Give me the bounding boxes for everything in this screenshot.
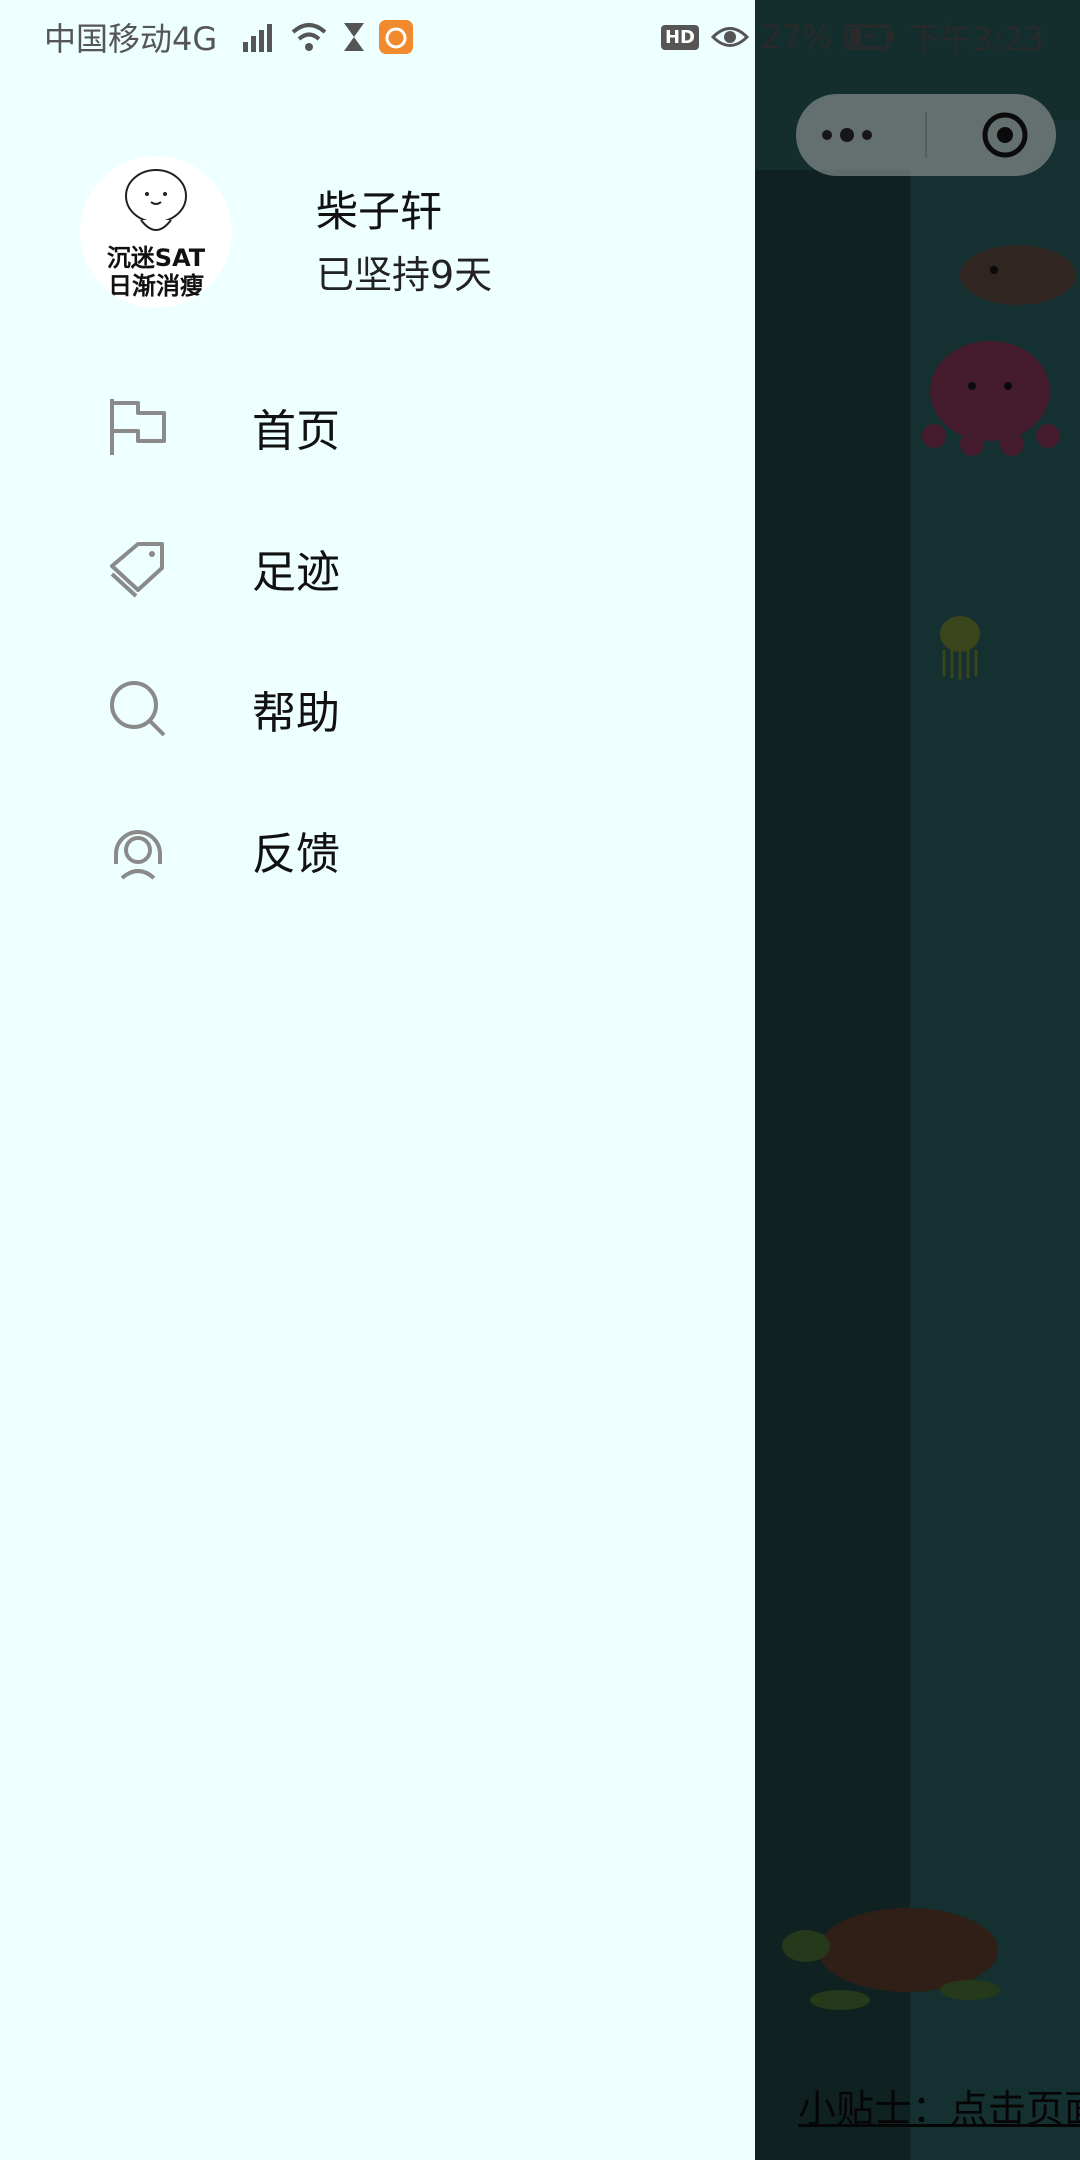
menu-item-home[interactable]: 首页 <box>0 356 755 497</box>
menu-item-label: 首页 <box>252 405 340 457</box>
status-left: 中国移动4G <box>44 14 414 60</box>
hourglass-icon <box>344 23 365 51</box>
avatar-text-line2: 日渐消瘦 <box>108 272 204 300</box>
eye-icon <box>711 27 749 47</box>
signal-icon <box>243 24 273 52</box>
profile-header: 沉迷SAT 日渐消瘦 柴子轩 已坚持9天 <box>80 156 720 308</box>
menu-item-help[interactable]: 帮助 <box>0 638 755 779</box>
side-drawer: 沉迷SAT 日渐消瘦 柴子轩 已坚持9天 首页 足迹 帮助 反馈 <box>0 0 755 2160</box>
flag-icon <box>110 398 166 455</box>
menu-item-label: 足迹 <box>252 546 340 598</box>
hd-badge: HD <box>660 24 699 50</box>
avatar-text-line1: 沉迷SAT <box>106 244 206 272</box>
avatar[interactable]: 沉迷SAT 日渐消瘦 <box>80 156 232 308</box>
tag-icon <box>110 541 164 597</box>
clock: 下午3:23 <box>908 20 1044 58</box>
headset-icon <box>114 829 162 880</box>
menu-item-label: 反馈 <box>252 828 340 880</box>
streak-text: 已坚持9天 <box>316 253 493 297</box>
username: 柴子轩 <box>316 187 443 236</box>
status-bar: 中国移动4G HD 27% 下午3:23 <box>0 0 1080 74</box>
carrier-label: 中国移动4G <box>44 20 218 58</box>
drawer-menu: 首页 足迹 帮助 反馈 <box>0 356 755 920</box>
battery-charging-icon <box>844 24 895 50</box>
cartoon-face-icon <box>125 169 187 231</box>
menu-item-feedback[interactable]: 反馈 <box>0 779 755 920</box>
wifi-icon <box>291 23 327 51</box>
status-right: HD 27% 下午3:23 <box>660 14 1044 60</box>
menu-item-footprint[interactable]: 足迹 <box>0 497 755 638</box>
menu-item-label: 帮助 <box>252 687 340 739</box>
search-icon <box>110 680 166 736</box>
battery-percent: 27% <box>761 18 833 56</box>
uc-browser-icon <box>379 20 414 54</box>
